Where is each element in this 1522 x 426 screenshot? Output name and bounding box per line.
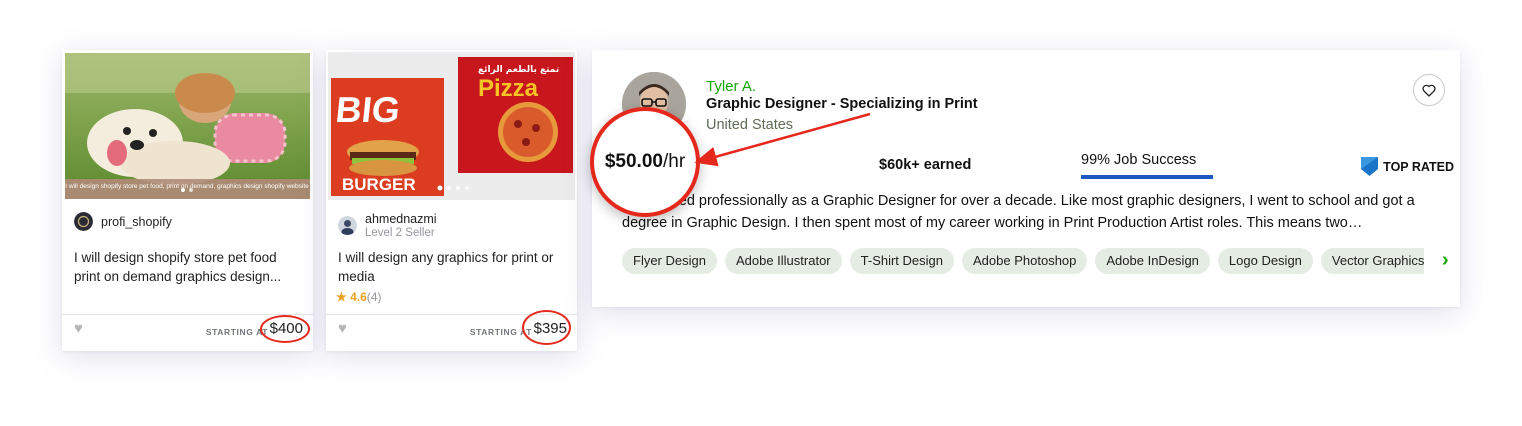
annotation-arrow bbox=[694, 112, 871, 167]
